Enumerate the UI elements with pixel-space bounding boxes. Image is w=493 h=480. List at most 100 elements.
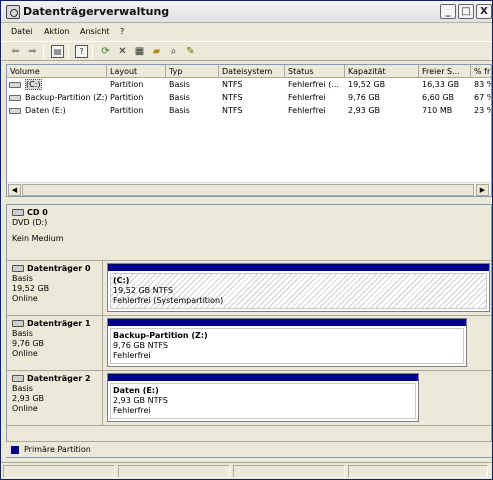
scrollbar-thumb[interactable] xyxy=(22,184,474,196)
partition-name: (C:) xyxy=(113,276,130,285)
disk-row-2[interactable]: Datenträger 2 Basis 2,93 GB Online Daten… xyxy=(7,371,491,425)
row-divider xyxy=(7,425,491,426)
toolbar-separator xyxy=(92,45,93,59)
partition-status: Fehlerfrei xyxy=(113,406,151,415)
minimize-button[interactable]: _ xyxy=(440,4,456,19)
close-button[interactable]: X xyxy=(476,4,492,19)
disk-label-cd0[interactable]: CD 0 DVD (D:) Kein Medium xyxy=(7,205,103,260)
menu-datei[interactable]: Datei xyxy=(11,27,32,36)
delete-icon[interactable]: ✕ xyxy=(116,45,129,58)
disk-info-line: Kein Medium xyxy=(12,234,64,243)
explore-icon[interactable]: ⌕ xyxy=(167,45,180,58)
column-header-prozent-frei[interactable]: % fr xyxy=(471,65,491,78)
disk-label-1[interactable]: Datenträger 1 Basis 9,76 GB Online xyxy=(7,316,103,370)
partition-name: Backup-Partition (Z:) xyxy=(113,331,208,340)
partition-status: Fehlerfrei (Systempartition) xyxy=(113,296,224,305)
toolbar-separator xyxy=(68,45,69,59)
free-space-cell: 16,33 GB xyxy=(422,80,460,89)
forward-icon[interactable]: ➡ xyxy=(26,45,39,58)
disk-name-text: CD 0 xyxy=(27,208,48,217)
partition-size: 19,52 GB NTFS xyxy=(113,286,174,295)
help-icon[interactable]: ? xyxy=(75,45,88,58)
table-row[interactable]: (C:) Partition Basis NTFS Fehlerfrei (..… xyxy=(7,79,491,91)
volume-list[interactable]: Volume Layout Typ Dateisystem Status Kap… xyxy=(6,64,492,197)
volume-name: Backup-Partition (Z:) xyxy=(25,93,107,102)
disk-label-2[interactable]: Datenträger 2 Basis 2,93 GB Online xyxy=(7,371,103,425)
partition-body: Backup-Partition (Z:) 9,76 GB NTFS Fehle… xyxy=(110,328,464,364)
disk-management-window: Datenträgerverwaltung _ □ X Datei Aktion… xyxy=(0,0,493,480)
disk-name: CD 0 xyxy=(12,208,103,218)
scroll-left-icon[interactable]: ◀ xyxy=(8,184,21,196)
column-header-kapazitaet[interactable]: Kapazität xyxy=(345,65,419,78)
disk-row-0[interactable]: Datenträger 0 Basis 19,52 GB Online (C:)… xyxy=(7,261,491,315)
partition-c[interactable]: (C:) 19,52 GB NTFS Fehlerfrei (Systempar… xyxy=(107,263,490,312)
partition-e[interactable]: Daten (E:) 2,93 GB NTFS Fehlerfrei xyxy=(107,373,419,422)
percent-free-cell: 23 % xyxy=(474,106,491,115)
volume-name: (C:) xyxy=(25,79,42,90)
menu-help[interactable]: ? xyxy=(120,27,124,36)
filesystem-cell: NTFS xyxy=(222,93,243,102)
refresh-icon[interactable]: ⟳ xyxy=(99,45,112,58)
partition-status: Fehlerfrei xyxy=(113,351,151,360)
disk-row-1[interactable]: Datenträger 1 Basis 9,76 GB Online Backu… xyxy=(7,316,491,370)
drive-icon xyxy=(9,95,21,101)
status-panel xyxy=(118,465,230,478)
percent-free-cell: 83 % xyxy=(474,80,491,89)
typ-cell: Basis xyxy=(169,106,190,115)
column-header-typ[interactable]: Typ xyxy=(166,65,219,78)
table-row[interactable]: Backup-Partition (Z:) Partition Basis NT… xyxy=(7,92,491,104)
column-header-volume[interactable]: Volume xyxy=(7,65,107,78)
drive-icon xyxy=(9,108,21,114)
column-header-layout[interactable]: Layout xyxy=(107,65,166,78)
open-icon[interactable]: ▰ xyxy=(150,45,163,58)
list-header: Volume Layout Typ Dateisystem Status Kap… xyxy=(7,65,491,78)
console-tree-icon[interactable]: ▤ xyxy=(51,45,64,58)
volume-name: Daten (E:) xyxy=(25,106,66,115)
menu-aktion[interactable]: Aktion xyxy=(44,27,69,36)
volume-cell: Backup-Partition (Z:) xyxy=(7,92,107,104)
disk-type: Basis xyxy=(12,274,33,283)
partition-size: 9,76 GB NTFS xyxy=(113,341,168,350)
disk-row-cd0[interactable]: CD 0 DVD (D:) Kein Medium xyxy=(7,205,491,260)
maximize-button[interactable]: □ xyxy=(458,4,474,19)
horizontal-scrollbar[interactable]: ◀ ▶ xyxy=(7,182,491,196)
typ-cell: Basis xyxy=(169,93,190,102)
volume-cell: Daten (E:) xyxy=(7,105,107,117)
drive-icon xyxy=(9,82,21,88)
disk-name: Datenträger 1 xyxy=(12,319,102,329)
column-header-freier-speicher[interactable]: Freier S... xyxy=(419,65,471,78)
disk-label-0[interactable]: Datenträger 0 Basis 19,52 GB Online xyxy=(7,261,103,315)
partition-bar xyxy=(108,374,418,381)
filesystem-cell: NTFS xyxy=(222,80,243,89)
status-panel xyxy=(233,465,345,478)
legend-label: Primäre Partition xyxy=(24,445,91,454)
disk-status: Online xyxy=(12,294,38,303)
disk-name-text: Datenträger 1 xyxy=(27,319,91,328)
title-bar: Datenträgerverwaltung _ □ X xyxy=(1,1,492,23)
partition-body: Daten (E:) 2,93 GB NTFS Fehlerfrei xyxy=(110,383,416,419)
disk-icon xyxy=(12,265,24,272)
filesystem-cell: NTFS xyxy=(222,106,243,115)
disk-name-text: Datenträger 0 xyxy=(27,264,91,273)
table-row[interactable]: Daten (E:) Partition Basis NTFS Fehlerfr… xyxy=(7,105,491,117)
wizard-icon[interactable]: ✎ xyxy=(184,45,197,58)
status-bar xyxy=(1,462,492,479)
menu-bar: Datei Aktion Ansicht ? xyxy=(1,23,492,41)
scroll-right-icon[interactable]: ▶ xyxy=(476,184,489,196)
column-header-status[interactable]: Status xyxy=(285,65,345,78)
disk-icon xyxy=(12,375,24,382)
partition-z[interactable]: Backup-Partition (Z:) 9,76 GB NTFS Fehle… xyxy=(107,318,467,367)
menu-ansicht[interactable]: Ansicht xyxy=(80,27,110,36)
disk-graphical-view: CD 0 DVD (D:) Kein Medium Datenträger 0 … xyxy=(6,204,492,458)
back-icon[interactable]: ⬅ xyxy=(9,45,22,58)
window-title: Datenträgerverwaltung xyxy=(23,5,170,18)
free-space-cell: 6,60 GB xyxy=(422,93,455,102)
layout-cell: Partition xyxy=(110,80,144,89)
partition-name: Daten (E:) xyxy=(113,386,159,395)
toolbar-separator xyxy=(43,45,44,59)
capacity-cell: 2,93 GB xyxy=(348,106,381,115)
column-header-dateisystem[interactable]: Dateisystem xyxy=(219,65,285,78)
free-space-cell: 710 MB xyxy=(422,106,453,115)
properties-icon[interactable]: ▦ xyxy=(133,45,146,58)
cd-drive-icon xyxy=(12,209,24,216)
